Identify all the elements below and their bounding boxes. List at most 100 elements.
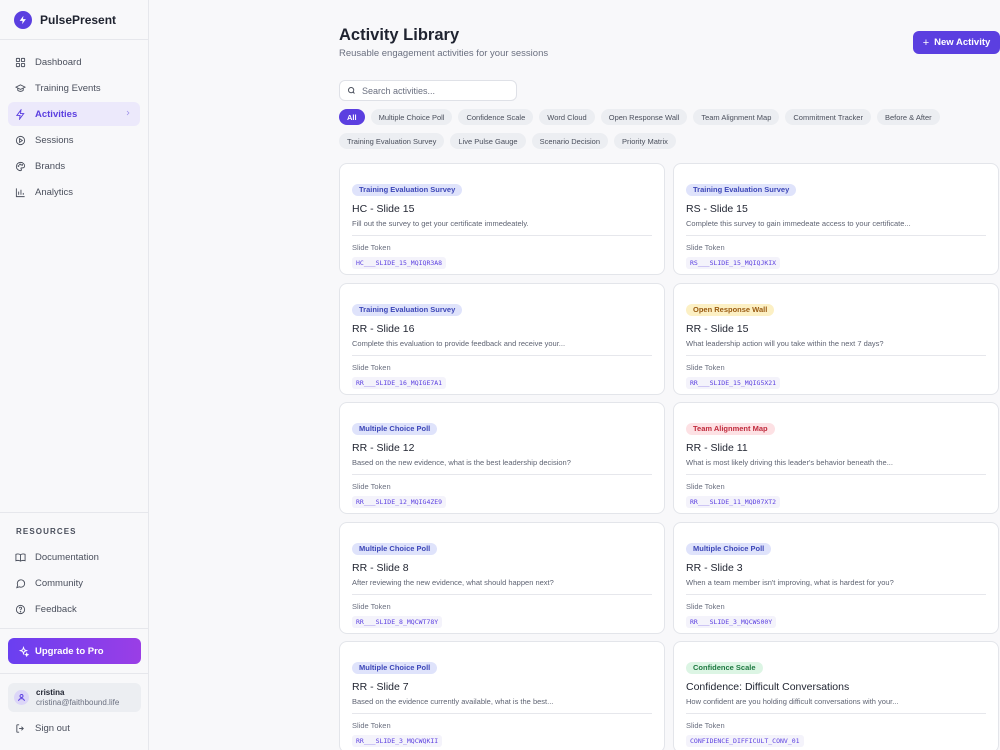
filter-chip[interactable]: Commitment Tracker [785, 109, 871, 125]
nav-label: Analytics [35, 186, 74, 198]
activity-description: What is most likely driving this leader'… [686, 458, 893, 467]
slide-token-value: RR___SLIDE_16_MQIGE7A1 [352, 377, 447, 389]
slide-token-label: Slide Token [686, 243, 725, 252]
card-divider [352, 713, 652, 714]
slide-token-label: Slide Token [352, 602, 391, 611]
filter-chip[interactable]: Open Response Wall [600, 109, 688, 125]
card-divider [352, 355, 652, 356]
slide-token-value: CONFIDENCE_DIFFICULT_CONV_01 [686, 735, 804, 747]
resource-label: Documentation [35, 551, 99, 563]
search-input[interactable] [362, 85, 512, 96]
activity-type-badge: Multiple Choice Poll [352, 662, 438, 674]
activity-description: What leadership action will you take wit… [686, 339, 884, 348]
card-divider [352, 594, 652, 595]
upgrade-label: Upgrade to Pro [35, 645, 104, 657]
nav-label: Brands [35, 160, 66, 172]
user-email: cristina@faithbound.life [36, 697, 120, 707]
filter-chip[interactable]: All [339, 109, 365, 125]
resources-title: RESOURCES [16, 527, 77, 536]
nav-item-dashboard[interactable]: Dashboard [8, 50, 140, 74]
slide-token-value: RR___SLIDE_15_MQIG5X21 [686, 377, 781, 389]
card-divider [352, 474, 652, 475]
activity-description: Fill out the survey to get your certific… [352, 219, 529, 228]
slide-token-label: Slide Token [686, 602, 725, 611]
filter-chip[interactable]: Word Cloud [539, 109, 595, 125]
resource-label: Community [35, 577, 84, 589]
activity-title: Confidence: Difficult Conversations [686, 681, 850, 693]
filter-chip[interactable]: Team Alignment Map [693, 109, 780, 125]
slide-token-label: Slide Token [352, 363, 391, 372]
activity-description: After reviewing the new evidence, what s… [352, 578, 554, 587]
activity-type-badge: Confidence Scale [686, 662, 763, 674]
filter-chip[interactable]: Live Pulse Gauge [450, 133, 526, 149]
resources-section: RESOURCES Documentation Community Feedba… [0, 512, 149, 623]
book-icon [15, 553, 26, 562]
activity-card[interactable]: Multiple Choice Poll RR - Slide 12 Based o… [339, 402, 665, 514]
main-nav: Dashboard Training Events Activities Ses… [0, 40, 148, 204]
activity-description: Complete this survey to gain immedeate a… [686, 219, 911, 228]
activity-title: RR - Slide 7 [352, 681, 409, 693]
slide-token-label: Slide Token [686, 721, 725, 730]
activity-title: RR - Slide 8 [352, 562, 409, 574]
new-activity-button[interactable]: + New Activity [913, 31, 1000, 54]
slide-token-value: RS___SLIDE_15_MQIQJKIX [686, 257, 781, 269]
activity-title: RR - Slide 3 [686, 562, 743, 574]
activity-card[interactable]: Training Evaluation Survey RS - Slide 15 C… [673, 163, 999, 275]
user-section: cristina cristina@faithbound.life Sign o… [0, 673, 149, 740]
main-content: Activity Library Reusable engagement act… [149, 0, 1000, 750]
activity-title: RR - Slide 11 [686, 442, 748, 454]
activity-type-badge: Training Evaluation Survey [352, 184, 463, 196]
activity-type-badge: Team Alignment Map [686, 423, 775, 435]
search-box[interactable] [339, 80, 517, 101]
user-icon [18, 694, 25, 702]
nav-item-analytics[interactable]: Analytics [8, 180, 140, 204]
activity-type-badge: Multiple Choice Poll [686, 543, 772, 555]
activity-title: RR - Slide 15 [686, 323, 749, 335]
slide-token-value: RR___SLIDE_3_MQCWQKII [352, 735, 443, 747]
sign-out-button[interactable]: Sign out [8, 716, 141, 740]
filter-chip[interactable]: Scenario Decision [531, 133, 609, 149]
resource-item-documentation[interactable]: Documentation [8, 545, 141, 569]
activity-card[interactable]: Training Evaluation Survey HC - Slide 15 F… [339, 163, 665, 275]
filter-chip[interactable]: Before & After [876, 109, 940, 125]
filter-chip[interactable]: Training Evaluation Survey [339, 133, 445, 149]
activity-title: RR - Slide 16 [352, 323, 415, 335]
graduation-cap-icon [15, 83, 26, 92]
upgrade-button[interactable]: Upgrade to Pro [8, 638, 141, 664]
card-divider [686, 594, 986, 595]
card-divider [686, 713, 986, 714]
help-circle-icon [15, 604, 26, 614]
nav-item-activities[interactable]: Activities [8, 102, 140, 126]
resource-item-community[interactable]: Community [8, 571, 141, 595]
activity-card[interactable]: Multiple Choice Poll RR - Slide 3 When a t… [673, 522, 999, 634]
activity-card[interactable]: Multiple Choice Poll RR - Slide 8 After re… [339, 522, 665, 634]
activity-card[interactable]: Confidence Scale Confidence: Difficult Co… [673, 641, 999, 750]
search-icon [348, 87, 355, 94]
slide-token-label: Slide Token [686, 482, 725, 491]
user-card[interactable]: cristina cristina@faithbound.life [8, 683, 141, 712]
activity-card[interactable]: Open Response Wall RR - Slide 15 What lead… [673, 283, 999, 395]
filter-chip[interactable]: Confidence Scale [458, 109, 534, 125]
filter-chip[interactable]: Priority Matrix [614, 133, 676, 149]
activity-description: When a team member isn't improving, what… [686, 578, 894, 587]
activity-card[interactable]: Training Evaluation Survey RR - Slide 16 C… [339, 283, 665, 395]
nav-item-brands[interactable]: Brands [8, 154, 140, 178]
lightning-icon [15, 108, 25, 120]
avatar [14, 690, 29, 705]
activity-type-badge: Open Response Wall [686, 304, 775, 316]
page-title: Activity Library [339, 26, 460, 44]
filter-chip[interactable]: Multiple Choice Poll [370, 109, 453, 125]
nav-label: Training Events [35, 82, 101, 94]
log-out-icon [16, 723, 24, 733]
brand-header[interactable]: PulsePresent [0, 0, 148, 40]
plus-icon: + [922, 36, 930, 49]
activity-card[interactable]: Multiple Choice Poll RR - Slide 7 Based on… [339, 641, 665, 750]
nav-item-training-events[interactable]: Training Events [8, 76, 140, 100]
activity-title: RS - Slide 15 [686, 203, 748, 215]
activity-card[interactable]: Team Alignment Map RR - Slide 11 What is m… [673, 402, 999, 514]
nav-item-sessions[interactable]: Sessions [8, 128, 140, 152]
activity-description: Based on the new evidence, what is the b… [352, 458, 571, 467]
card-divider [686, 474, 986, 475]
upgrade-section: Upgrade to Pro [0, 628, 149, 664]
resource-item-feedback[interactable]: Feedback [8, 597, 141, 621]
